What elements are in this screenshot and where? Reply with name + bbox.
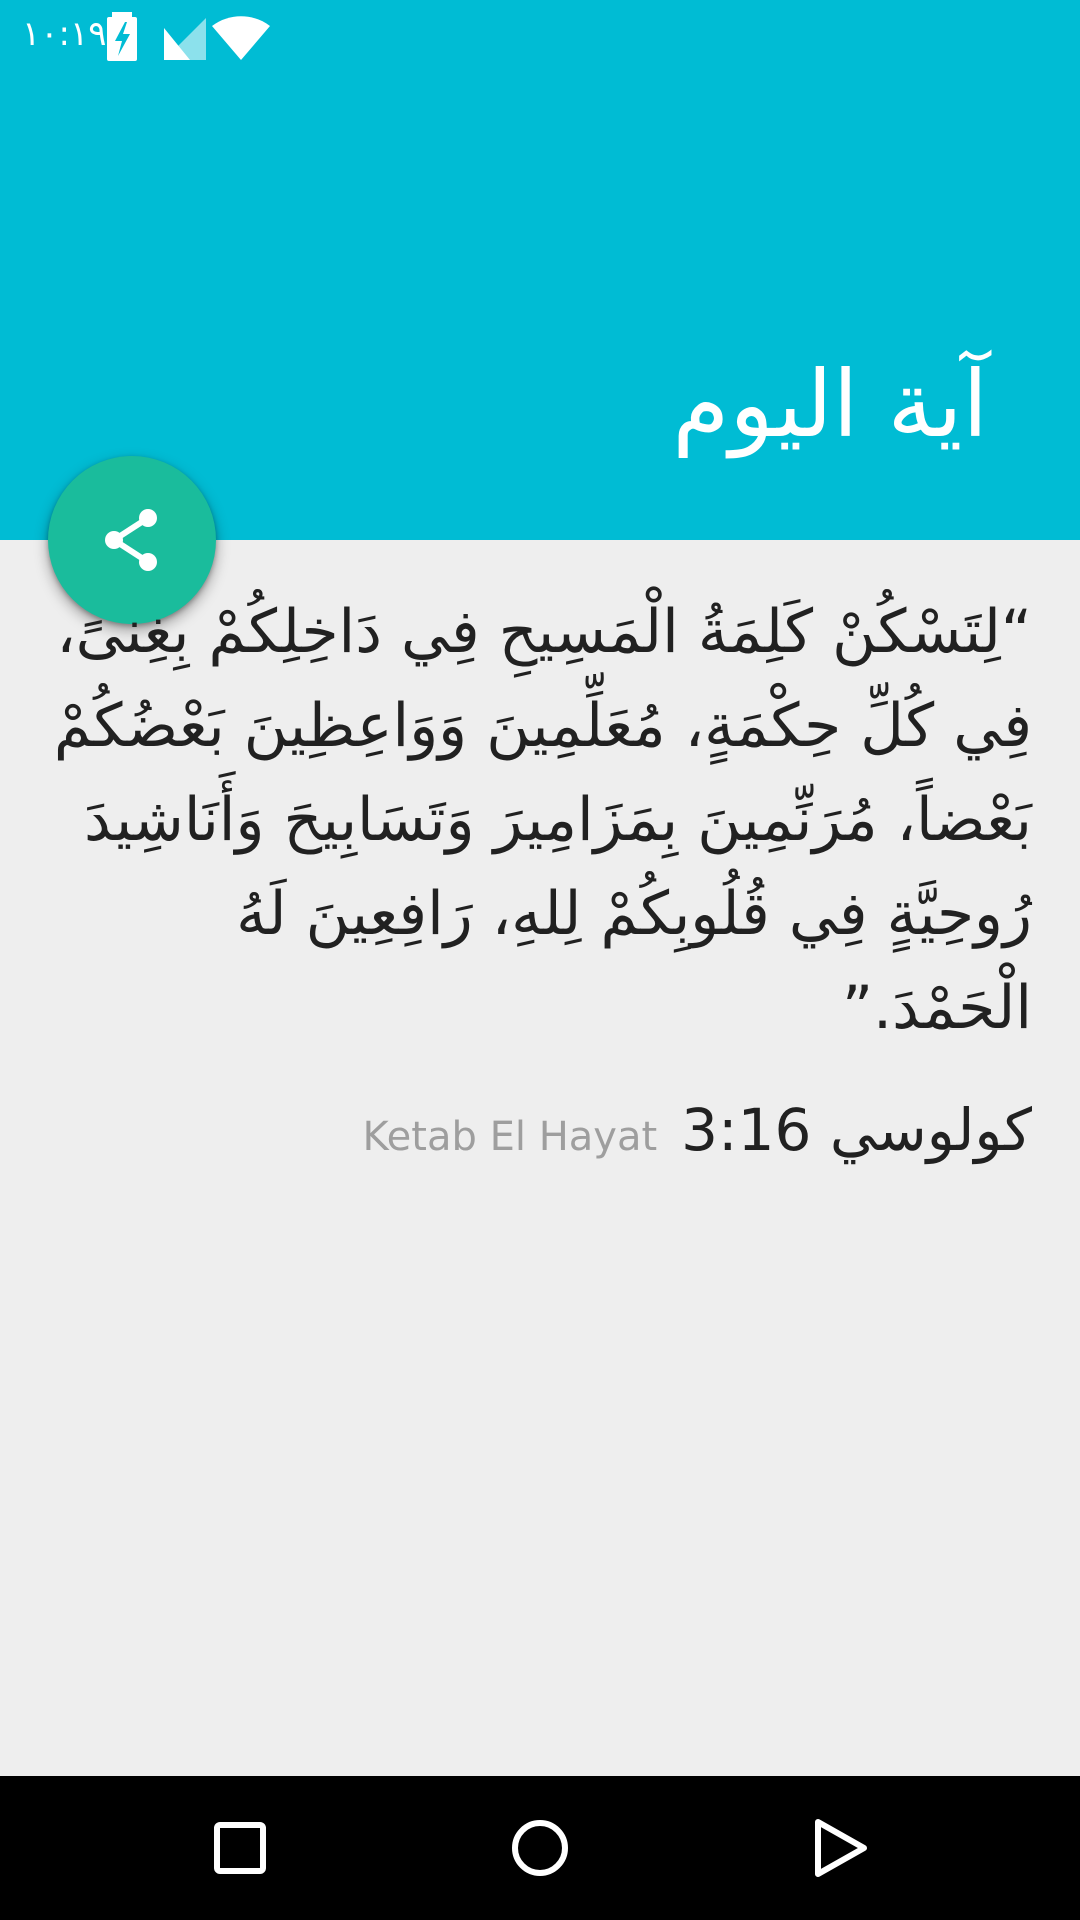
cellular-signal-icon	[164, 18, 206, 60]
wifi-icon	[212, 16, 270, 60]
home-icon	[512, 1820, 568, 1876]
battery-charging-icon	[107, 12, 137, 61]
screen: ١٠:١٩ آية اليوم “لِتَسْكُنْ كَلِمَةُ الْ…	[0, 0, 1080, 1920]
status-time: ١٠:١٩	[22, 14, 107, 54]
recents-button[interactable]	[190, 1798, 290, 1898]
back-button[interactable]	[790, 1798, 890, 1898]
verse-text: “لِتَسْكُنْ كَلِمَةُ الْمَسِيحِ فِي دَاخ…	[53, 597, 1032, 1043]
home-button[interactable]	[490, 1798, 590, 1898]
back-icon	[815, 1819, 867, 1877]
navigation-bar	[0, 1776, 1080, 1920]
bible-version: Ketab El Hayat	[362, 1114, 658, 1160]
share-icon	[105, 509, 157, 571]
recents-icon	[214, 1822, 266, 1874]
verse-reference-row: كولوسي 3:16 Ketab El Hayat	[362, 1095, 1032, 1172]
verse-reference: كولوسي 3:16	[681, 1096, 1032, 1164]
page-title: آية اليوم	[672, 351, 988, 458]
status-bar: ١٠:١٩	[0, 0, 1080, 75]
